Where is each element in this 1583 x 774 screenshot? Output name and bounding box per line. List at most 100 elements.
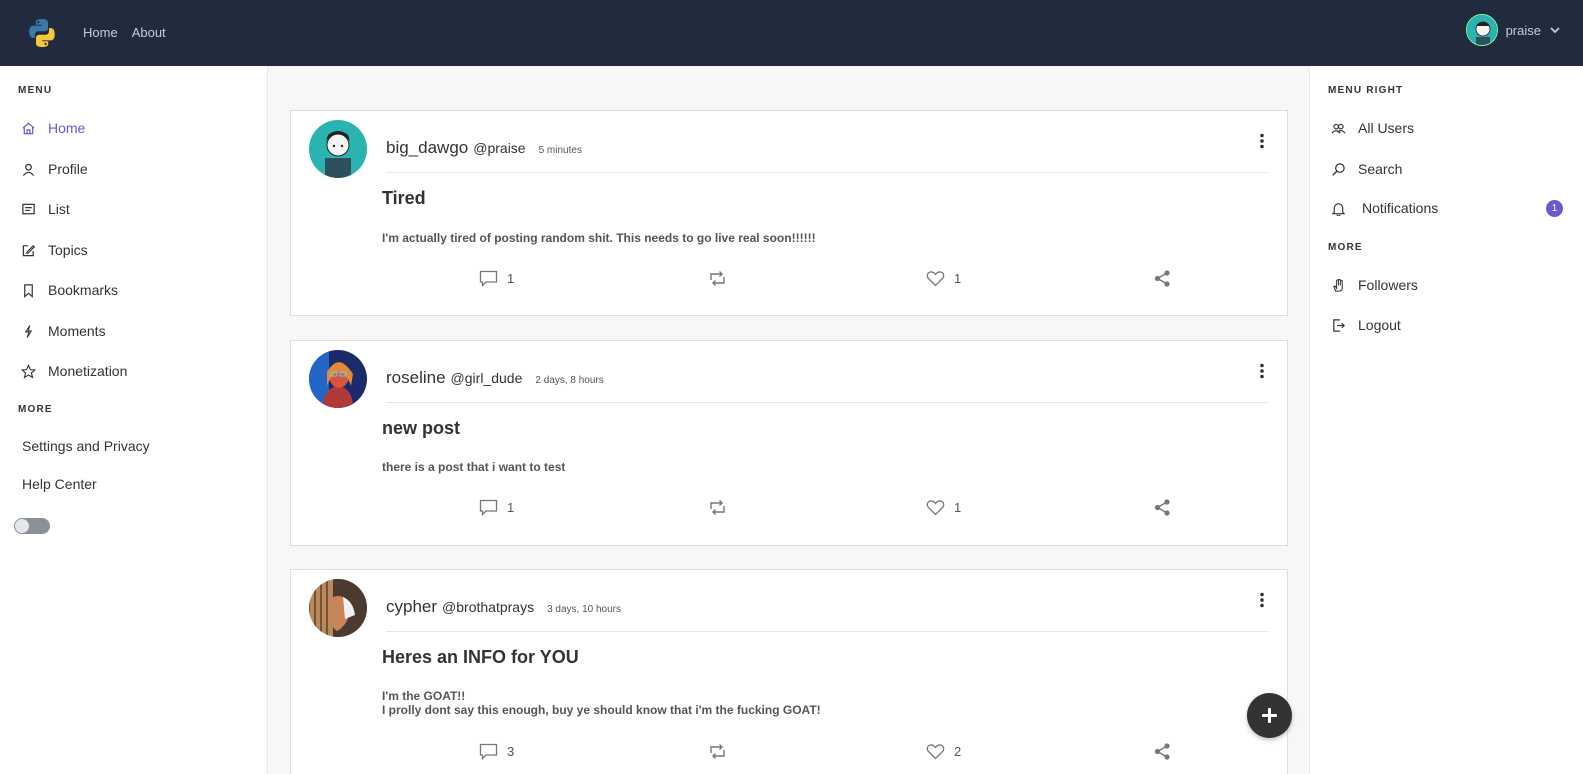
sidebar-item-list[interactable]: List <box>21 201 70 217</box>
repost-button[interactable] <box>708 499 727 516</box>
settings-privacy-link[interactable]: Settings and Privacy <box>22 438 150 454</box>
like-button[interactable]: 1 <box>926 499 961 516</box>
username-label: praise <box>1505 22 1541 38</box>
share-button[interactable] <box>1153 499 1172 516</box>
chevron-down-icon[interactable] <box>1549 24 1561 36</box>
repost-button[interactable] <box>708 270 727 287</box>
new-post-button[interactable] <box>1247 693 1292 738</box>
post-body-line: I prolly dont say this enough, buy ye sh… <box>382 703 821 717</box>
edit-icon <box>22 244 36 256</box>
comment-icon <box>479 499 498 516</box>
user-icon <box>22 163 35 176</box>
post-body-line: I'm the GOAT!! <box>382 689 466 703</box>
post-divider <box>386 402 1269 403</box>
sidebar-item-logout[interactable]: Logout <box>1331 317 1401 333</box>
post-body-line: there is a post that i want to test <box>382 460 566 474</box>
share-button[interactable] <box>1153 270 1172 287</box>
sidebar-item-label: Moments <box>48 323 106 339</box>
post-author-handle[interactable]: @brothatprays <box>442 599 534 615</box>
post-body: I'm the GOAT!! I prolly dont say this en… <box>382 689 821 717</box>
share-icon <box>1154 270 1170 287</box>
like-count: 1 <box>954 500 962 515</box>
left-sidebar: MENU Home Profile List Topics Bookmarks … <box>0 66 268 774</box>
nav-home-link[interactable]: Home <box>83 25 118 40</box>
sidebar-item-label: Home <box>48 120 86 136</box>
bell-icon <box>1331 202 1346 216</box>
menu-right-heading: MENU RIGHT <box>1328 85 1404 96</box>
comment-button[interactable]: 1 <box>479 270 514 287</box>
comment-button[interactable]: 3 <box>479 743 514 760</box>
sidebar-item-search[interactable]: Search <box>1331 161 1402 177</box>
post-title: new post <box>382 418 461 438</box>
avatar[interactable] <box>309 120 367 178</box>
comment-icon <box>479 270 498 287</box>
avatar[interactable] <box>1465 14 1498 46</box>
heart-icon <box>926 744 945 760</box>
post-author-name[interactable]: roseline <box>386 368 446 388</box>
comment-icon <box>479 743 498 760</box>
post-body-line: I'm actually tired of posting random shi… <box>382 231 816 245</box>
sidebar-item-profile[interactable]: Profile <box>21 161 88 177</box>
more-options-icon[interactable] <box>1259 363 1265 379</box>
sidebar-item-label: Followers <box>1358 277 1418 293</box>
sidebar-item-label: Logout <box>1358 317 1401 333</box>
menu-heading: MENU <box>18 85 53 96</box>
share-icon <box>1154 499 1170 516</box>
sidebar-item-bookmarks[interactable]: Bookmarks <box>21 282 118 298</box>
like-count: 2 <box>954 744 962 759</box>
sidebar-item-notifications[interactable]: Notifications <box>1331 200 1438 216</box>
repost-icon <box>710 744 725 759</box>
sidebar-item-home[interactable]: Home <box>21 120 85 136</box>
post-author-name[interactable]: big_dawgo <box>386 138 468 158</box>
sidebar-item-label: Bookmarks <box>48 282 119 298</box>
repost-button[interactable] <box>708 743 727 760</box>
heart-icon <box>926 271 945 287</box>
home-icon <box>22 122 35 134</box>
share-button[interactable] <box>1153 743 1172 760</box>
post-author-name[interactable]: cypher <box>386 597 437 617</box>
post-author-handle[interactable]: @praise <box>473 140 525 156</box>
post-card: big_dawgo @praise 5 minutes Tired I'm ac… <box>290 110 1288 316</box>
like-count: 1 <box>954 271 962 286</box>
sidebar-item-all-users[interactable]: All Users <box>1331 120 1414 136</box>
sidebar-item-topics[interactable]: Topics <box>21 242 88 258</box>
post-body: there is a post that i want to test <box>382 460 565 474</box>
post-timestamp: 3 days, 10 hours <box>547 604 622 615</box>
right-sidebar: MENU RIGHT All Users Search Notification… <box>1309 66 1583 774</box>
list-icon <box>22 203 35 214</box>
notification-badge: 1 <box>1546 200 1563 217</box>
more-options-icon[interactable] <box>1259 133 1265 149</box>
sidebar-item-moments[interactable]: Moments <box>21 323 106 339</box>
like-button[interactable]: 1 <box>926 270 961 287</box>
star-icon <box>21 363 36 379</box>
avatar[interactable] <box>309 579 367 637</box>
like-button[interactable]: 2 <box>926 743 961 760</box>
user-menu[interactable]: praise <box>1465 14 1561 46</box>
post-actions: 3 2 <box>291 743 1289 763</box>
post-author-handle[interactable]: @girl_dude <box>451 370 523 386</box>
help-center-link[interactable]: Help Center <box>22 476 97 492</box>
sidebar-item-monetization[interactable]: Monetization <box>21 363 127 379</box>
post-title: Heres an INFO for YOU <box>382 647 579 667</box>
post-card: roseline @girl_dude 2 days, 8 hours new … <box>290 340 1288 546</box>
sidebar-item-label: Search <box>1358 161 1403 177</box>
logout-icon <box>1333 318 1345 332</box>
post-title: Tired <box>382 188 426 208</box>
comment-count: 1 <box>507 500 515 515</box>
bookmark-icon <box>24 283 33 298</box>
sidebar-item-followers[interactable]: Followers <box>1331 277 1418 293</box>
more-heading: MORE <box>1328 242 1363 253</box>
share-icon <box>1154 743 1170 760</box>
avatar[interactable] <box>309 350 367 408</box>
search-icon <box>1332 162 1345 176</box>
more-heading: MORE <box>18 404 53 415</box>
sidebar-item-label: Monetization <box>48 363 128 379</box>
nav-about-link[interactable]: About <box>132 25 166 40</box>
post-card: cypher @brothatprays 3 days, 10 hours He… <box>290 569 1288 774</box>
python-logo-icon[interactable] <box>26 17 58 49</box>
theme-toggle[interactable] <box>14 518 50 534</box>
more-options-icon[interactable] <box>1259 592 1265 608</box>
repost-icon <box>710 500 725 515</box>
comment-button[interactable]: 1 <box>479 499 514 516</box>
repost-icon <box>710 271 725 286</box>
